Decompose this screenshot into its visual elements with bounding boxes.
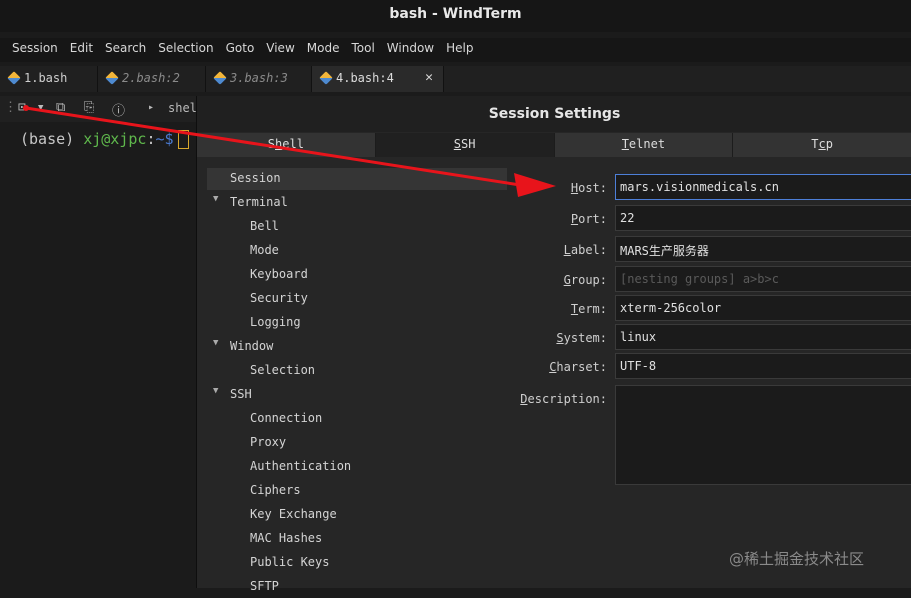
dialog-title-bar: Session Settings — [197, 96, 911, 132]
close-icon[interactable]: ✕ — [425, 70, 433, 85]
menu-window[interactable]: Window — [381, 38, 440, 62]
expand-caret-icon[interactable]: ▼ — [213, 338, 218, 348]
tab-bash-1[interactable]: 1.bash — [0, 66, 98, 92]
bash-session-icon — [319, 71, 333, 85]
label-input[interactable]: MARS生产服务器 — [615, 236, 911, 262]
menu-session[interactable]: Session — [6, 38, 64, 62]
protocol-tabs: Shell SSH Telnet Tcp — [197, 133, 911, 157]
play-icon[interactable]: ▸ — [148, 102, 154, 113]
tree-item-window[interactable]: ▼ Window — [213, 336, 493, 358]
tab-telnet[interactable]: Telnet — [554, 133, 734, 157]
tab-bash-3[interactable]: 3.bash:3 — [206, 66, 312, 92]
bash-session-icon — [7, 71, 21, 85]
tree-item-session[interactable]: Session — [207, 168, 507, 190]
conda-env: (base) — [20, 130, 75, 148]
description-label: Description: — [520, 392, 607, 406]
menu-help[interactable]: Help — [440, 38, 479, 62]
copy-session-icon[interactable]: ⎘ — [84, 100, 94, 115]
menu-selection[interactable]: Selection — [152, 38, 219, 62]
tab-ssh[interactable]: SSH — [375, 133, 555, 157]
session-tab-bar: 1.bash 2.bash:2 3.bash:3 4.bash:4 ✕ — [0, 66, 911, 92]
shell-selector[interactable]: shel — [168, 101, 197, 115]
menu-edit[interactable]: Edit — [64, 38, 99, 62]
system-input[interactable]: linux — [615, 324, 911, 350]
label-label: Label: — [563, 243, 607, 257]
terminal-pane[interactable]: (base) xj@xjpc:~$ — [0, 122, 196, 588]
dialog-title: Session Settings — [488, 106, 621, 122]
tab-label: 1.bash — [24, 71, 68, 85]
menu-view[interactable]: View — [260, 38, 300, 62]
term-input[interactable]: xterm-256color — [615, 295, 911, 321]
menu-mode[interactable]: Mode — [301, 38, 346, 62]
tab-label: 4.bash:4 — [336, 71, 394, 85]
tab-shell[interactable]: Shell — [197, 133, 376, 157]
menu-bar: Session Edit Search Selection Goto View … — [0, 38, 911, 62]
group-input[interactable]: [nesting groups] a>b>c — [615, 266, 911, 292]
tab-bash-2[interactable]: 2.bash:2 — [98, 66, 206, 92]
menu-search[interactable]: Search — [99, 38, 152, 62]
settings-tree: Session ▼ Terminal Bell Mode Keyboard Sec… — [207, 168, 509, 593]
terminal-cursor — [177, 130, 189, 149]
session-settings-dialog: Session Settings Shell SSH Telnet Tcp Se… — [196, 96, 911, 593]
charset-input[interactable]: UTF-8 — [615, 353, 911, 379]
group-label: Group: — [563, 273, 607, 287]
term-label: Term: — [570, 302, 607, 316]
port-input[interactable]: 22 — [615, 205, 911, 231]
terminal-toolbar: ⋮ ⊡ ▼ ⧉ ⎘ ⓘ ▸ shel — [0, 96, 200, 122]
host-input[interactable]: mars.visionmedicals.cn — [615, 174, 911, 200]
tab-label: 3.bash:3 — [230, 71, 288, 85]
host-label: Host: — [570, 181, 607, 195]
menu-goto[interactable]: Goto — [220, 38, 261, 62]
title-bar: bash - WindTerm — [0, 0, 911, 32]
description-textarea[interactable] — [615, 385, 911, 485]
tab-label: 2.bash:2 — [122, 71, 180, 85]
tab-bash-4[interactable]: 4.bash:4 ✕ — [312, 66, 444, 92]
bash-session-icon — [213, 71, 227, 85]
tree-item-terminal[interactable]: ▼ Terminal — [213, 192, 493, 214]
menu-tool[interactable]: Tool — [345, 38, 380, 62]
bash-session-icon — [105, 71, 119, 85]
charset-label: Charset: — [549, 360, 607, 374]
drag-handle-icon[interactable]: ⋮ — [4, 100, 17, 115]
expand-caret-icon[interactable]: ▼ — [213, 194, 218, 204]
tree-item-ssh[interactable]: ▼ SSH — [213, 384, 493, 406]
port-label: Port: — [570, 212, 607, 226]
watermark: @稀土掘金技术社区 — [729, 550, 865, 568]
system-label: System: — [556, 331, 607, 345]
prompt-path: ~$ — [155, 130, 174, 148]
new-session-icon[interactable]: ⊡ — [18, 100, 26, 115]
prompt-user: xj@xjpc — [83, 130, 147, 148]
tab-tcp[interactable]: Tcp — [733, 133, 911, 157]
info-icon[interactable]: ⓘ — [112, 100, 125, 119]
shell-prompt: (base) xj@xjpc:~$ — [20, 130, 189, 149]
split-pane-icon[interactable]: ⧉ — [56, 100, 65, 115]
expand-caret-icon[interactable]: ▼ — [213, 386, 218, 396]
window-title: bash - WindTerm — [389, 6, 522, 22]
chevron-down-icon[interactable]: ▼ — [38, 103, 43, 113]
